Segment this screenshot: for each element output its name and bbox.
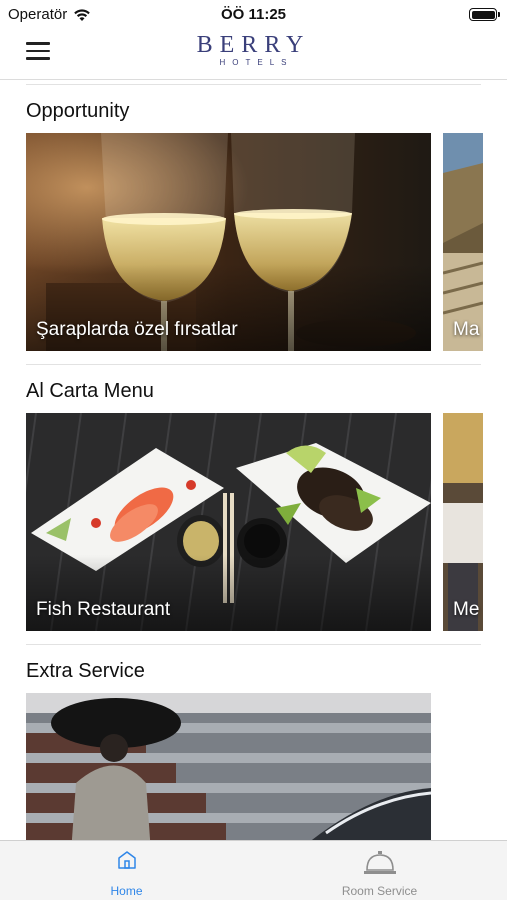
tab-home-label: Home (110, 884, 143, 898)
status-time: ÖÖ 11:25 (220, 6, 287, 23)
al-carta-card[interactable]: Fish Restaurant (26, 413, 431, 631)
battery-icon (469, 8, 500, 21)
section-extra-service: Extra Service (0, 640, 507, 840)
hotel-umbrella-arrival-image (26, 693, 431, 840)
extra-service-carousel[interactable] (26, 693, 507, 840)
tab-room-service[interactable]: Room Service (253, 841, 506, 900)
opportunity-card[interactable]: Ma (443, 133, 483, 351)
section-opportunity: Opportunity Şaraplarda özel fırsatlar Ma (0, 80, 507, 365)
section-title: Extra Service (26, 660, 145, 682)
al-carta-carousel[interactable]: Fish Restaurant Me (26, 413, 507, 631)
tab-bar: Home Room Service (0, 840, 507, 900)
section-al-carta-menu: Al Carta Menu Fish Restaurant Me (0, 360, 507, 645)
section-title: Opportunity (26, 100, 130, 122)
brand-sub: HOTELS (219, 58, 294, 67)
tab-home[interactable]: Home (0, 841, 253, 900)
brand-name: BERRY (196, 32, 311, 58)
card-label: Fish Restaurant (36, 599, 171, 620)
service-bell-icon (363, 851, 396, 874)
nav-bar: BERRY HOTELS (0, 28, 507, 80)
extra-service-card[interactable] (26, 693, 431, 840)
opportunity-carousel[interactable]: Şaraplarda özel fırsatlar Ma (26, 133, 507, 351)
card-label: Me (453, 599, 480, 620)
card-label: Ma (453, 319, 480, 340)
home-content[interactable]: Opportunity Şaraplarda özel fırsatlar Ma… (0, 80, 507, 840)
section-title: Al Carta Menu (26, 380, 154, 402)
card-label: Şaraplarda özel fırsatlar (36, 319, 238, 340)
section-divider (26, 644, 481, 645)
opportunity-card[interactable]: Şaraplarda özel fırsatlar (26, 133, 431, 351)
brand-logo: BERRY HOTELS (0, 32, 507, 68)
al-carta-card[interactable]: Me (443, 413, 483, 631)
home-icon (117, 851, 136, 869)
tab-room-service-label: Room Service (341, 884, 418, 898)
section-divider (26, 364, 481, 365)
status-bar: Operatör ÖÖ 11:25 (0, 0, 507, 28)
section-divider (26, 84, 481, 85)
